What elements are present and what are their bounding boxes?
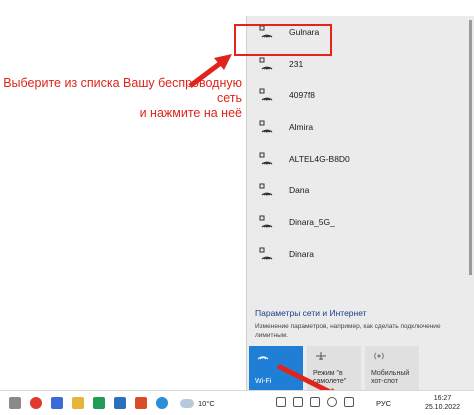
network-item-dana[interactable]: Dana — [247, 174, 474, 206]
weather-temperature[interactable]: 10°C — [198, 399, 215, 408]
mobile-hotspot-button[interactable]: Мобильный хот-спот — [365, 346, 419, 390]
network-name: Almira — [289, 121, 314, 132]
network-settings: Параметры сети и Интернет Изменение пара… — [255, 308, 470, 340]
network-name: ALTEL4G-B8D0 — [289, 153, 350, 164]
chat-app-icon[interactable] — [93, 397, 105, 409]
clock[interactable]: 16:27 25.10.2022 — [425, 394, 460, 412]
screenshot-root: Выберите из списка Вашу беспроводную сет… — [0, 0, 474, 415]
wifi-secured-icon — [259, 183, 275, 197]
word-app-icon[interactable] — [114, 397, 126, 409]
weather-icon — [180, 398, 194, 408]
mail-app-icon[interactable] — [156, 397, 168, 409]
annotation-line-1: Выберите из списка Вашу беспроводную сет… — [3, 76, 242, 105]
annotation-line-2: и нажмите на неё — [139, 106, 242, 120]
browser-app-icon[interactable] — [51, 397, 63, 409]
network-name: 4097f8 — [289, 90, 315, 101]
network-name: Dana — [289, 185, 310, 196]
network-item-dinara-5g[interactable]: Dinara_5G_ — [247, 206, 474, 238]
tray-battery-icon[interactable] — [310, 397, 320, 407]
wifi-secured-icon — [259, 152, 275, 166]
record-app-icon[interactable] — [30, 397, 42, 409]
airplane-icon — [316, 352, 326, 360]
clock-time: 16:27 — [433, 395, 452, 402]
network-item-altel4g-b8d0[interactable]: ALTEL4G-B8D0 — [247, 143, 474, 175]
network-name: Dinara_5G_ — [289, 216, 335, 227]
wifi-secured-icon — [259, 247, 275, 261]
network-item-almira[interactable]: Almira — [247, 111, 474, 143]
quick-actions: Wi-Fi Режим "в самолете" Мобильный хот-с… — [247, 346, 474, 390]
network-item-4097f8[interactable]: 4097f8 — [247, 79, 474, 111]
hotspot-icon — [374, 352, 384, 360]
airplane-mode-button[interactable]: Режим "в самолете" — [307, 346, 361, 390]
instruction-annotation: Выберите из списка Вашу беспроводную сет… — [2, 76, 242, 121]
wifi-toggle-button[interactable]: Wi-Fi — [249, 346, 303, 390]
wifi-icon — [257, 356, 269, 360]
office-app-icon[interactable] — [135, 397, 147, 409]
network-name: Dinara — [289, 248, 315, 259]
tray-chevron-icon[interactable] — [276, 397, 286, 407]
wifi-secured-icon — [259, 215, 275, 229]
airplane-mode-label: Режим "в самолете" — [313, 370, 347, 385]
taskbar-app-icon[interactable] — [9, 397, 21, 409]
language-indicator[interactable]: РУС — [376, 399, 391, 408]
network-item-dinara[interactable]: Dinara — [247, 238, 474, 270]
wifi-secured-icon — [259, 88, 275, 102]
tray-volume-icon[interactable] — [344, 397, 354, 407]
taskbar: 10°C РУС 16:27 25.10.2022 — [0, 390, 474, 415]
mobile-hotspot-label: Мобильный хот-спот — [371, 370, 410, 385]
network-name: 231 — [289, 58, 304, 69]
network-settings-link[interactable]: Параметры сети и Интернет — [255, 308, 470, 318]
system-tray — [276, 397, 354, 407]
wifi-secured-icon — [259, 120, 275, 134]
tray-app-icon[interactable] — [293, 397, 303, 407]
network-flyout: Gulnara 231 4097f8 Almira ALTEL4G-B8D0 D… — [246, 16, 474, 390]
wifi-toggle-label: Wi-Fi — [255, 378, 272, 385]
selected-network-highlight — [234, 24, 332, 56]
tray-network-globe-icon[interactable] — [327, 397, 337, 407]
wifi-secured-icon — [259, 57, 275, 71]
folder-app-icon[interactable] — [72, 397, 84, 409]
network-settings-description: Изменение параметров, например, как сдел… — [255, 323, 441, 339]
clock-date: 25.10.2022 — [424, 404, 460, 411]
